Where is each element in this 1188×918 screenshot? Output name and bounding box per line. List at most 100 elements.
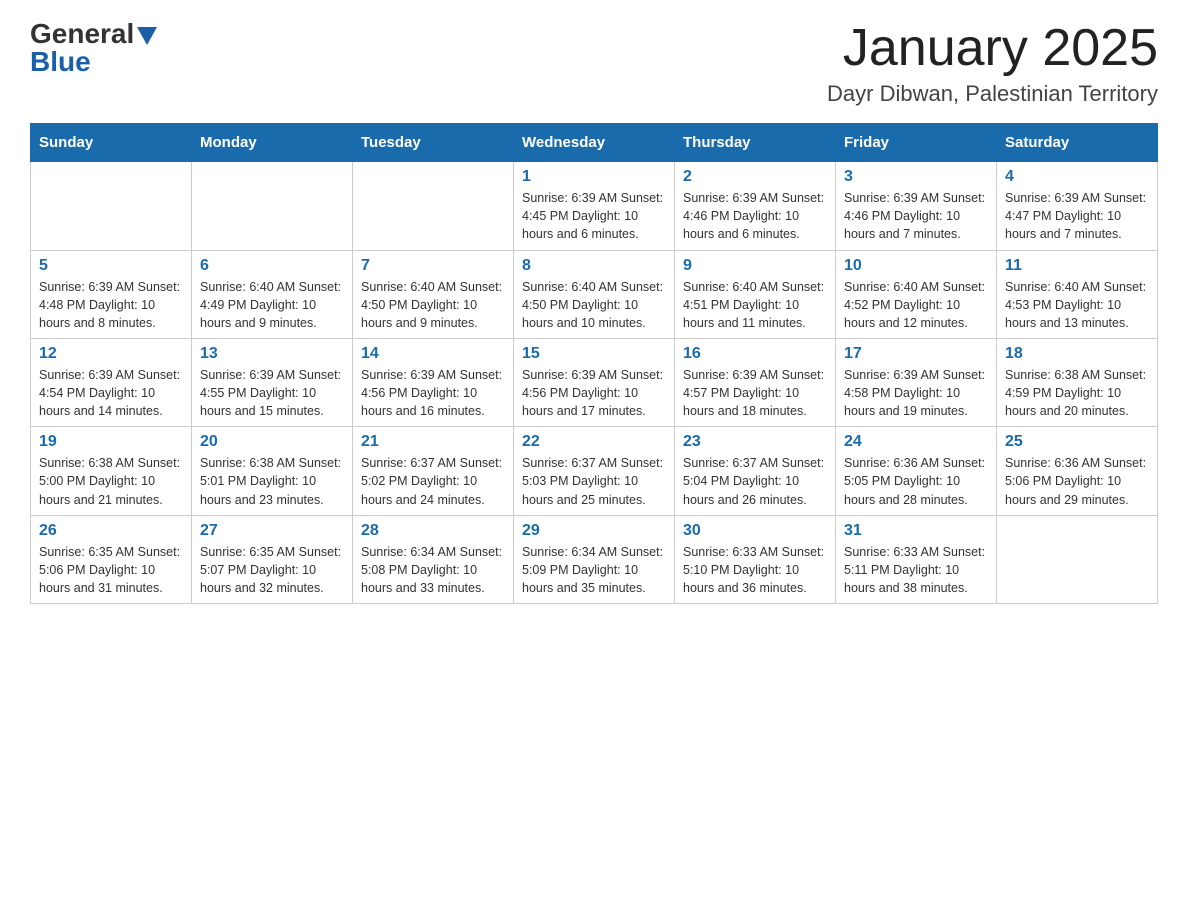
- logo-triangle-icon: [137, 27, 157, 45]
- day-info: Sunrise: 6:39 AM Sunset: 4:57 PM Dayligh…: [683, 366, 827, 420]
- calendar-day-cell: 2 Sunrise: 6:39 AM Sunset: 4:46 PM Daylig…: [675, 162, 836, 250]
- calendar-day-cell: 17Sunrise: 6:39 AM Sunset: 4:58 PM Dayli…: [836, 338, 997, 426]
- day-number: 4: [1005, 168, 1149, 186]
- title-area: January 2025 Dayr Dibwan, Palestinian Te…: [827, 20, 1158, 107]
- calendar-week-row: 19 Sunrise: 6:38 AM Sunset: 5:00 PM Dayli…: [31, 427, 1158, 515]
- calendar-day-cell: [192, 162, 353, 250]
- day-info: Sunrise: 6:39 AM Sunset: 4:46 PM Dayligh…: [844, 189, 988, 243]
- calendar-day-cell: [353, 162, 514, 250]
- day-number: 2: [683, 168, 827, 186]
- day-info: Sunrise: 6:40 AM Sunset: 4:50 PM Dayligh…: [522, 278, 666, 332]
- day-of-week-header: Tuesday: [353, 124, 514, 162]
- calendar-day-cell: 31Sunrise: 6:33 AM Sunset: 5:11 PM Dayli…: [836, 515, 997, 603]
- page-header: General Blue January 2025 Dayr Dibwan, P…: [30, 20, 1158, 107]
- day-number: 26: [39, 522, 183, 540]
- day-number: 1: [522, 168, 666, 186]
- month-title: January 2025: [827, 20, 1158, 77]
- day-info: Sunrise: 6:39 AM Sunset: 4:46 PM Dayligh…: [683, 189, 827, 243]
- day-number: 22: [522, 433, 666, 451]
- day-info: Sunrise: 6:35 AM Sunset: 5:06 PM Dayligh…: [39, 543, 183, 597]
- day-info: Sunrise: 6:38 AM Sunset: 5:01 PM Dayligh…: [200, 454, 344, 508]
- calendar-day-cell: 1 Sunrise: 6:39 AM Sunset: 4:45 PM Daylig…: [514, 162, 675, 250]
- day-info: Sunrise: 6:37 AM Sunset: 5:03 PM Dayligh…: [522, 454, 666, 508]
- day-info: Sunrise: 6:33 AM Sunset: 5:10 PM Dayligh…: [683, 543, 827, 597]
- calendar-day-cell: 18Sunrise: 6:38 AM Sunset: 4:59 PM Dayli…: [997, 338, 1158, 426]
- day-number: 16: [683, 345, 827, 363]
- calendar-day-cell: [997, 515, 1158, 603]
- calendar-week-row: 1 Sunrise: 6:39 AM Sunset: 4:45 PM Daylig…: [31, 162, 1158, 250]
- day-info: Sunrise: 6:38 AM Sunset: 5:00 PM Dayligh…: [39, 454, 183, 508]
- day-info: Sunrise: 6:34 AM Sunset: 5:09 PM Dayligh…: [522, 543, 666, 597]
- calendar-day-cell: 16 Sunrise: 6:39 AM Sunset: 4:57 PM Dayli…: [675, 338, 836, 426]
- logo-general-text: General: [30, 20, 134, 48]
- calendar-day-cell: 25Sunrise: 6:36 AM Sunset: 5:06 PM Dayli…: [997, 427, 1158, 515]
- logo: General Blue: [30, 20, 157, 76]
- day-number: 29: [522, 522, 666, 540]
- day-info: Sunrise: 6:39 AM Sunset: 4:48 PM Dayligh…: [39, 278, 183, 332]
- calendar-day-cell: 24 Sunrise: 6:36 AM Sunset: 5:05 PM Dayli…: [836, 427, 997, 515]
- calendar-day-cell: 12 Sunrise: 6:39 AM Sunset: 4:54 PM Dayli…: [31, 338, 192, 426]
- day-info: Sunrise: 6:39 AM Sunset: 4:45 PM Dayligh…: [522, 189, 666, 243]
- calendar-week-row: 26 Sunrise: 6:35 AM Sunset: 5:06 PM Dayli…: [31, 515, 1158, 603]
- day-info: Sunrise: 6:37 AM Sunset: 5:04 PM Dayligh…: [683, 454, 827, 508]
- calendar-day-cell: 4Sunrise: 6:39 AM Sunset: 4:47 PM Daylig…: [997, 162, 1158, 250]
- day-number: 27: [200, 522, 344, 540]
- calendar-week-row: 5 Sunrise: 6:39 AM Sunset: 4:48 PM Daylig…: [31, 250, 1158, 338]
- day-info: Sunrise: 6:40 AM Sunset: 4:52 PM Dayligh…: [844, 278, 988, 332]
- day-info: Sunrise: 6:40 AM Sunset: 4:49 PM Dayligh…: [200, 278, 344, 332]
- day-number: 14: [361, 345, 505, 363]
- day-of-week-header: Wednesday: [514, 124, 675, 162]
- day-info: Sunrise: 6:39 AM Sunset: 4:55 PM Dayligh…: [200, 366, 344, 420]
- calendar-header-row: SundayMondayTuesdayWednesdayThursdayFrid…: [31, 124, 1158, 162]
- calendar-day-cell: 26 Sunrise: 6:35 AM Sunset: 5:06 PM Dayli…: [31, 515, 192, 603]
- calendar-day-cell: 29 Sunrise: 6:34 AM Sunset: 5:09 PM Dayli…: [514, 515, 675, 603]
- day-number: 6: [200, 257, 344, 275]
- calendar-day-cell: 20 Sunrise: 6:38 AM Sunset: 5:01 PM Dayli…: [192, 427, 353, 515]
- calendar-day-cell: 9Sunrise: 6:40 AM Sunset: 4:51 PM Daylig…: [675, 250, 836, 338]
- calendar-day-cell: 21 Sunrise: 6:37 AM Sunset: 5:02 PM Dayli…: [353, 427, 514, 515]
- day-number: 21: [361, 433, 505, 451]
- day-info: Sunrise: 6:40 AM Sunset: 4:51 PM Dayligh…: [683, 278, 827, 332]
- day-number: 13: [200, 345, 344, 363]
- day-number: 18: [1005, 345, 1149, 363]
- day-number: 19: [39, 433, 183, 451]
- calendar-day-cell: 13 Sunrise: 6:39 AM Sunset: 4:55 PM Dayli…: [192, 338, 353, 426]
- logo-blue-text: Blue: [30, 48, 91, 76]
- calendar-day-cell: 5 Sunrise: 6:39 AM Sunset: 4:48 PM Daylig…: [31, 250, 192, 338]
- calendar-day-cell: 14 Sunrise: 6:39 AM Sunset: 4:56 PM Dayli…: [353, 338, 514, 426]
- day-of-week-header: Monday: [192, 124, 353, 162]
- calendar-day-cell: 30Sunrise: 6:33 AM Sunset: 5:10 PM Dayli…: [675, 515, 836, 603]
- calendar-day-cell: 23 Sunrise: 6:37 AM Sunset: 5:04 PM Dayli…: [675, 427, 836, 515]
- day-info: Sunrise: 6:40 AM Sunset: 4:50 PM Dayligh…: [361, 278, 505, 332]
- location-title: Dayr Dibwan, Palestinian Territory: [827, 81, 1158, 107]
- logo-general: General: [30, 20, 157, 48]
- day-number: 24: [844, 433, 988, 451]
- day-info: Sunrise: 6:37 AM Sunset: 5:02 PM Dayligh…: [361, 454, 505, 508]
- day-number: 12: [39, 345, 183, 363]
- day-info: Sunrise: 6:35 AM Sunset: 5:07 PM Dayligh…: [200, 543, 344, 597]
- calendar-day-cell: 15 Sunrise: 6:39 AM Sunset: 4:56 PM Dayli…: [514, 338, 675, 426]
- day-of-week-header: Saturday: [997, 124, 1158, 162]
- day-info: Sunrise: 6:39 AM Sunset: 4:56 PM Dayligh…: [522, 366, 666, 420]
- day-number: 23: [683, 433, 827, 451]
- calendar-day-cell: 19 Sunrise: 6:38 AM Sunset: 5:00 PM Dayli…: [31, 427, 192, 515]
- calendar-day-cell: 3Sunrise: 6:39 AM Sunset: 4:46 PM Daylig…: [836, 162, 997, 250]
- day-number: 11: [1005, 257, 1149, 275]
- day-info: Sunrise: 6:39 AM Sunset: 4:56 PM Dayligh…: [361, 366, 505, 420]
- day-number: 28: [361, 522, 505, 540]
- day-number: 17: [844, 345, 988, 363]
- calendar-day-cell: 10 Sunrise: 6:40 AM Sunset: 4:52 PM Dayli…: [836, 250, 997, 338]
- day-number: 5: [39, 257, 183, 275]
- day-info: Sunrise: 6:40 AM Sunset: 4:53 PM Dayligh…: [1005, 278, 1149, 332]
- day-number: 20: [200, 433, 344, 451]
- day-info: Sunrise: 6:36 AM Sunset: 5:05 PM Dayligh…: [844, 454, 988, 508]
- calendar-day-cell: 11 Sunrise: 6:40 AM Sunset: 4:53 PM Dayli…: [997, 250, 1158, 338]
- day-number: 10: [844, 257, 988, 275]
- day-number: 8: [522, 257, 666, 275]
- day-info: Sunrise: 6:33 AM Sunset: 5:11 PM Dayligh…: [844, 543, 988, 597]
- day-of-week-header: Thursday: [675, 124, 836, 162]
- day-info: Sunrise: 6:36 AM Sunset: 5:06 PM Dayligh…: [1005, 454, 1149, 508]
- day-info: Sunrise: 6:39 AM Sunset: 4:54 PM Dayligh…: [39, 366, 183, 420]
- day-number: 15: [522, 345, 666, 363]
- calendar-week-row: 12 Sunrise: 6:39 AM Sunset: 4:54 PM Dayli…: [31, 338, 1158, 426]
